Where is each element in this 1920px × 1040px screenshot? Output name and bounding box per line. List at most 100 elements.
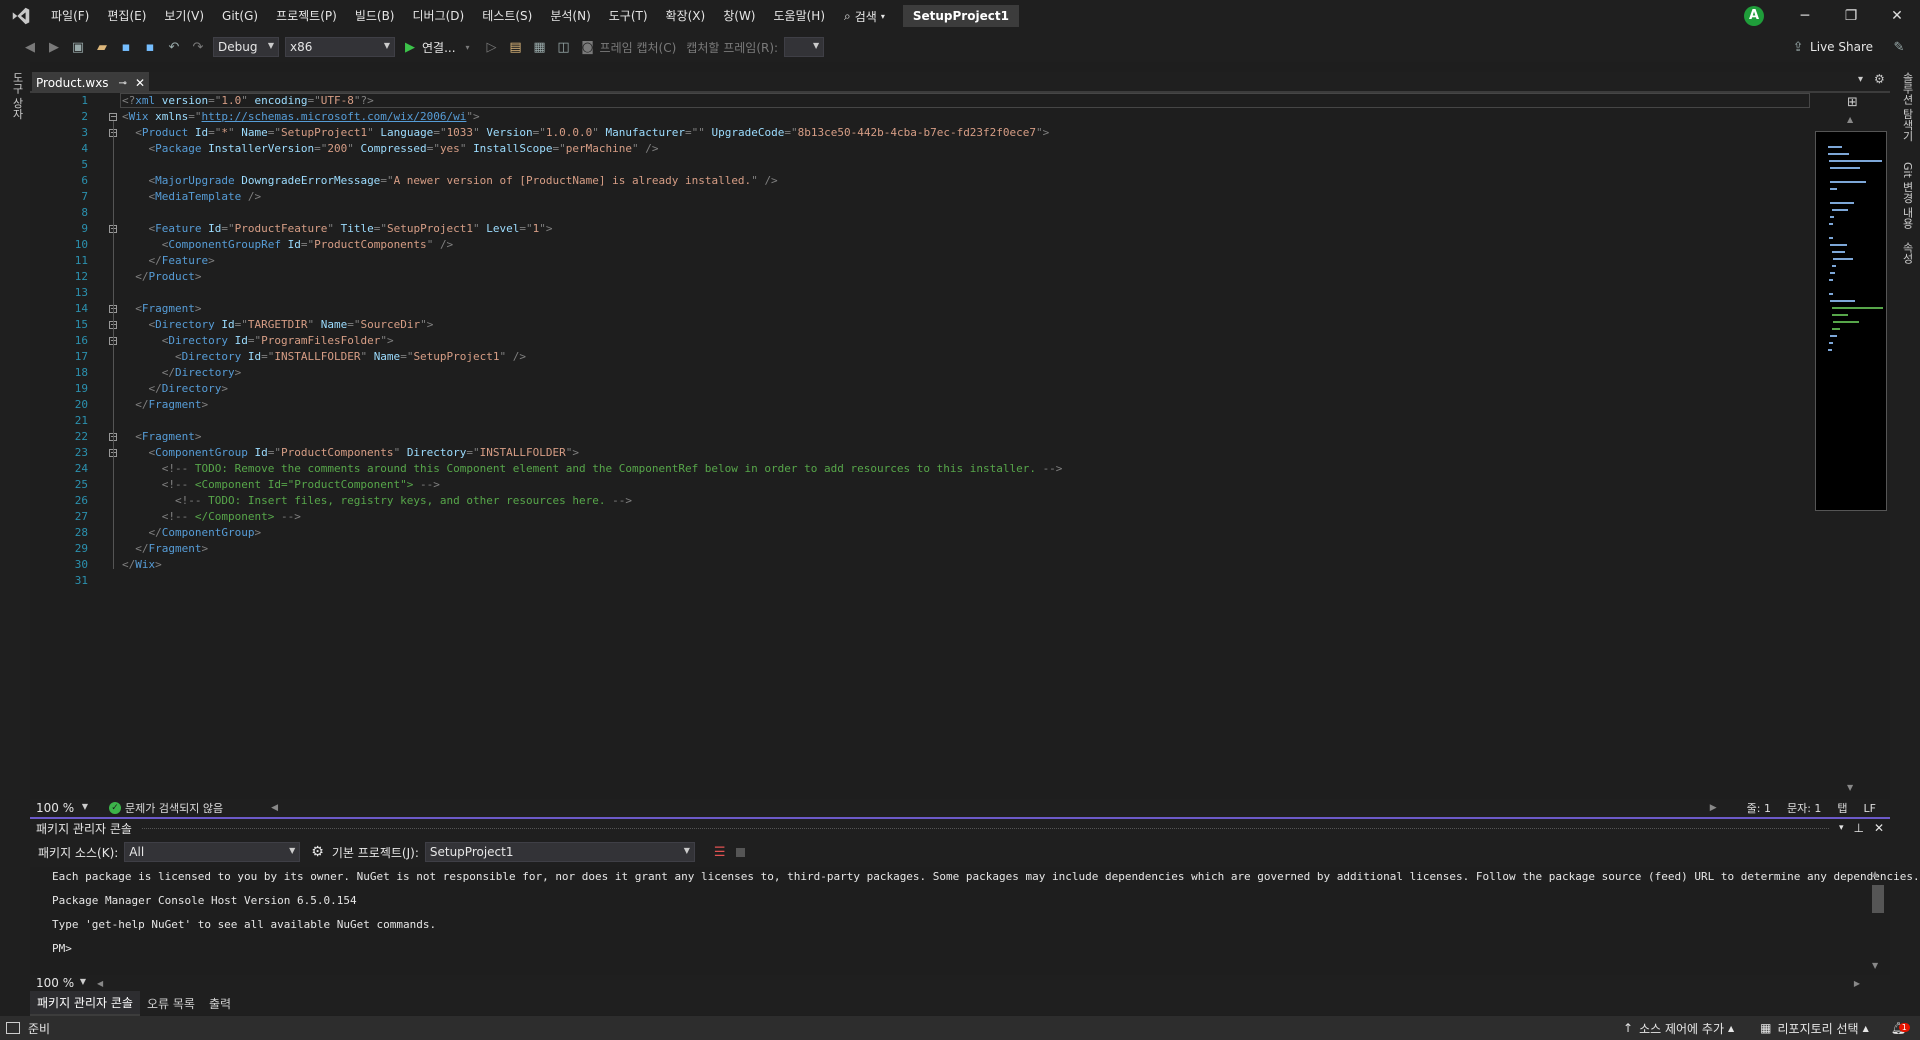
- menu-item-12[interactable]: 도움말(H): [765, 0, 835, 32]
- editor-zoom-select[interactable]: 100 % ▼: [32, 800, 92, 816]
- redo-icon[interactable]: ↷: [189, 38, 207, 56]
- save-all-icon[interactable]: ▪: [141, 38, 159, 56]
- code-line[interactable]: <ComponentGroupRef Id="ProductComponents…: [122, 237, 1062, 253]
- code-line[interactable]: <Package InstallerVersion="200" Compress…: [122, 141, 1062, 157]
- char-indicator[interactable]: 문자: 1: [1787, 800, 1821, 816]
- code-line[interactable]: <!-- </Component> -->: [122, 509, 1062, 525]
- code-line[interactable]: [122, 205, 1062, 221]
- package-settings-gear-icon[interactable]: ⚙: [311, 844, 324, 860]
- code-lines[interactable]: <?xml version="1.0" encoding="UTF-8"?> <W…: [122, 93, 1062, 589]
- chevron-down-icon[interactable]: ▾: [459, 38, 477, 56]
- minimize-button[interactable]: ─: [1782, 0, 1828, 32]
- console-scroll-thumb[interactable]: [1872, 885, 1884, 913]
- run-label[interactable]: 연결...: [422, 39, 456, 56]
- document-tab-product-wxs[interactable]: Product.wxs ⊸ ✕: [32, 72, 149, 92]
- tab-error-list[interactable]: 오류 목록: [140, 992, 202, 1015]
- code-line[interactable]: <Directory Id="TARGETDIR" Name="SourceDi…: [122, 317, 1062, 333]
- stop-command-icon[interactable]: [735, 847, 745, 857]
- restore-button[interactable]: ❐: [1828, 0, 1874, 32]
- code-line[interactable]: </Fragment>: [122, 397, 1062, 413]
- code-line[interactable]: </Feature>: [122, 253, 1062, 269]
- account-avatar[interactable]: A: [1744, 6, 1764, 26]
- minimap[interactable]: [1815, 131, 1887, 511]
- code-line[interactable]: </ComponentGroup>: [122, 525, 1062, 541]
- new-project-icon[interactable]: ▣: [69, 38, 87, 56]
- code-editor[interactable]: 1 2 3 4 5 6 7 8 9 10 11 12 13 14 15 16 17 18 19 20 21 22 23 24 2…: [30, 93, 1815, 799]
- split-editor-icon[interactable]: ⊞: [1847, 95, 1858, 110]
- issues-status[interactable]: 문제가 검색되지 않음: [125, 800, 223, 816]
- close-window-button[interactable]: ✕: [1874, 0, 1920, 32]
- code-line[interactable]: </Directory>: [122, 381, 1062, 397]
- menu-item-11[interactable]: 창(W): [714, 0, 764, 32]
- menu-item-7[interactable]: 테스트(S): [473, 0, 541, 32]
- open-folder-icon[interactable]: ▰: [93, 38, 111, 56]
- code-line[interactable]: <Directory Id="INSTALLFOLDER" Name="Setu…: [122, 349, 1062, 365]
- settings-gear-icon[interactable]: ⚙: [1874, 72, 1885, 86]
- menu-item-10[interactable]: 확장(X): [657, 0, 715, 32]
- clear-console-icon[interactable]: ☰: [714, 845, 726, 860]
- console-scroll-left-icon[interactable]: ◀: [97, 979, 103, 988]
- code-line[interactable]: [122, 157, 1062, 173]
- configuration-select[interactable]: Debug ▼: [213, 37, 279, 57]
- menu-item-1[interactable]: 편집(E): [98, 0, 155, 32]
- code-line[interactable]: </Fragment>: [122, 541, 1062, 557]
- forward-icon[interactable]: ▶: [45, 38, 63, 56]
- code-line[interactable]: </Directory>: [122, 365, 1062, 381]
- code-line[interactable]: [122, 573, 1062, 589]
- console-scroll-up-icon[interactable]: ▲: [1872, 869, 1878, 878]
- code-line[interactable]: <!-- TODO: Remove the comments around th…: [122, 461, 1063, 477]
- code-line[interactable]: <?xml version="1.0" encoding="UTF-8"?>: [122, 93, 1062, 109]
- tab-dropdown-icon[interactable]: ▾: [1858, 74, 1863, 85]
- menu-item-3[interactable]: Git(G): [213, 0, 267, 32]
- editor-scrollbar-minimap[interactable]: ⊞ ▲ ▼: [1815, 93, 1890, 799]
- code-line[interactable]: <Feature Id="ProductFeature" Title="Setu…: [122, 221, 1062, 237]
- properties-tab[interactable]: 속성: [1899, 242, 1915, 264]
- graphics-debug-icon[interactable]: ◫: [555, 38, 573, 56]
- panel-dropdown-icon[interactable]: ▾: [1839, 823, 1844, 833]
- back-icon[interactable]: ◀: [21, 38, 39, 56]
- code-line[interactable]: <Directory Id="ProgramFilesFolder">: [122, 333, 1062, 349]
- add-to-source-control-button[interactable]: 소스 제어에 추가: [1639, 1020, 1724, 1037]
- solution-explorer-tab[interactable]: 솔루션 탐색기: [1899, 72, 1915, 142]
- line-indicator[interactable]: 줄: 1: [1747, 800, 1771, 816]
- layout-icon[interactable]: ▦: [531, 38, 549, 56]
- code-line[interactable]: </Wix>: [122, 557, 1062, 573]
- live-share-icon[interactable]: ⇪: [1789, 38, 1807, 56]
- code-line[interactable]: <Fragment>: [122, 301, 1062, 317]
- git-changes-tab[interactable]: Git 변경 내용: [1899, 162, 1915, 229]
- console-scroll-down-icon[interactable]: ▼: [1872, 961, 1878, 970]
- run-icon[interactable]: ▶: [401, 38, 419, 56]
- menu-item-8[interactable]: 분석(N): [541, 0, 599, 32]
- code-line[interactable]: <ComponentGroup Id="ProductComponents" D…: [122, 445, 1062, 461]
- code-line[interactable]: </Product>: [122, 269, 1062, 285]
- code-line[interactable]: <Product Id="*" Name="SetupProject1" Lan…: [122, 125, 1062, 141]
- notifications-bell-icon[interactable]: 🔔︎1: [1891, 1021, 1910, 1035]
- undo-icon[interactable]: ↶: [165, 38, 183, 56]
- feedback-icon[interactable]: ✎: [1890, 38, 1908, 56]
- indent-indicator[interactable]: 탭: [1837, 800, 1847, 816]
- console-zoom-select[interactable]: 100 % ▼: [32, 976, 90, 990]
- pin-icon[interactable]: ⊸: [119, 78, 127, 89]
- code-line[interactable]: <!-- <Component Id="ProductComponent"> -…: [122, 477, 1062, 493]
- live-share-button[interactable]: Live Share: [1810, 40, 1873, 54]
- menu-item-0[interactable]: 파일(F): [42, 0, 98, 32]
- close-icon[interactable]: ✕: [135, 76, 145, 90]
- search-box[interactable]: ⌕ 검색 ▾: [844, 8, 885, 25]
- package-console-output[interactable]: Each package is licensed to you by its o…: [30, 867, 1920, 975]
- browse-icon[interactable]: ▤: [507, 38, 525, 56]
- eol-indicator[interactable]: LF: [1864, 802, 1876, 815]
- package-source-select[interactable]: All ▼: [124, 842, 301, 862]
- menu-item-2[interactable]: 보기(V): [155, 0, 213, 32]
- console-scroll-right-icon[interactable]: ▶: [1854, 979, 1860, 988]
- code-line[interactable]: <Wix xmlns="http://schemas.microsoft.com…: [122, 109, 1062, 125]
- menu-item-9[interactable]: 도구(T): [600, 0, 657, 32]
- scroll-right-icon[interactable]: ▶: [1710, 803, 1717, 813]
- toolbox-tab[interactable]: 도구 상자: [9, 72, 25, 120]
- capture-frame-label[interactable]: 프레임 캡처(C): [600, 39, 677, 56]
- tab-package-console[interactable]: 패키지 관리자 콘솔: [30, 990, 140, 1016]
- scroll-left-icon[interactable]: ◀: [271, 803, 278, 813]
- code-line[interactable]: <Fragment>: [122, 429, 1062, 445]
- code-line[interactable]: <MediaTemplate />: [122, 189, 1062, 205]
- select-repository-button[interactable]: 리포지토리 선택: [1778, 1020, 1859, 1037]
- frame-select[interactable]: ▼: [784, 37, 825, 57]
